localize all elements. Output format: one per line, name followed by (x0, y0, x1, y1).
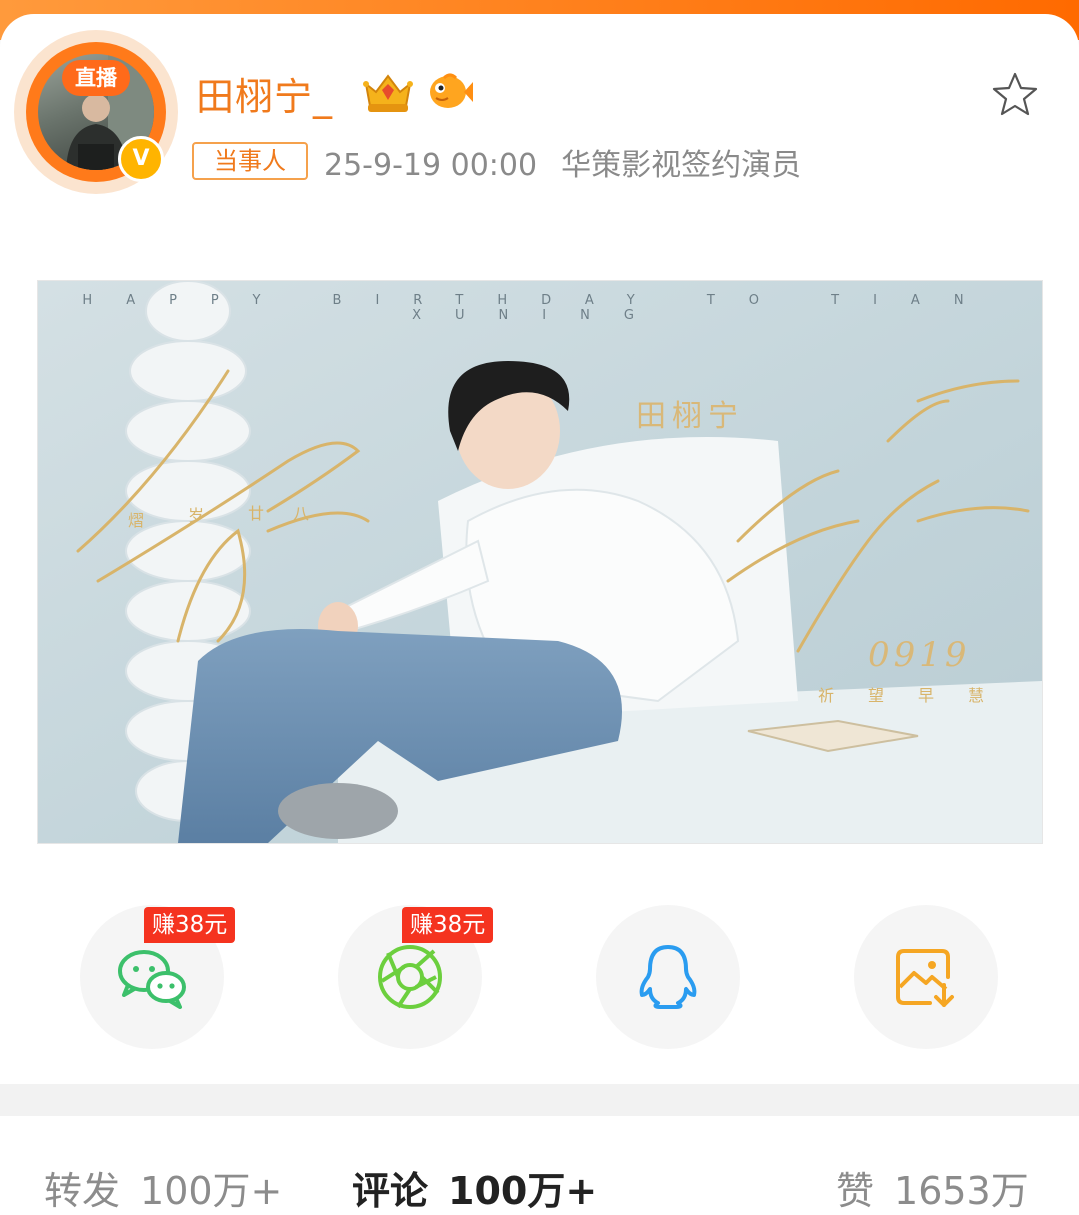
post-time: 25-9-19 00:00 (324, 148, 538, 183)
poster-name: 田栩宁 (636, 399, 744, 434)
poster-caption: HAPPY BIRTHDAY TO TIAN XUNING (82, 293, 998, 323)
username[interactable]: 田栩宁_ (196, 66, 333, 121)
qq-icon (639, 945, 697, 1009)
poster-small-text-1: 熠 (128, 511, 144, 530)
wechat-reward-badge: 赚38元 (144, 907, 236, 943)
live-badge[interactable]: 直播 (62, 60, 130, 96)
fish-badge-icon[interactable] (426, 70, 474, 114)
comment-stat[interactable]: 评论 100万+ (352, 1160, 597, 1215)
favorite-star-icon[interactable] (990, 70, 1040, 120)
poster-small-text-3: 廿 (248, 504, 264, 523)
repost-stat[interactable]: 转发 100万+ (44, 1160, 282, 1215)
party-tag: 当事人 (192, 142, 308, 180)
comment-count: 100万+ (448, 1169, 598, 1213)
birthday-poster-art: 熠 岁 廿 八 祈 望 早 慧 (38, 281, 1042, 843)
post-meta: 25-9-19 00:00 华策影视签约演员 (324, 140, 801, 184)
share-qq-button[interactable] (596, 905, 740, 1049)
poster-small-text-2: 岁 (188, 506, 204, 525)
repost-count: 100万+ (140, 1169, 283, 1213)
save-image-button[interactable] (854, 905, 998, 1049)
post-image[interactable]: 熠 岁 廿 八 祈 望 早 慧 HAPPY BIRTHDAY TO TIAN X… (37, 280, 1043, 844)
poster-small-text-4: 八 (293, 504, 309, 523)
wechat-icon (118, 950, 186, 1009)
save-image-icon (896, 949, 954, 1007)
moments-reward-badge: 赚38元 (402, 907, 494, 943)
poster-small-text-5: 祈 (818, 686, 834, 705)
crown-badge-icon[interactable] (360, 68, 416, 116)
post-source: 华策影视签约演员 (561, 148, 802, 183)
moments-icon (378, 945, 442, 1009)
comment-label: 评论 (352, 1169, 429, 1213)
poster-small-text-6: 望 (868, 686, 884, 705)
like-label: 赞 (836, 1169, 875, 1213)
section-divider (0, 1084, 1079, 1116)
like-stat[interactable]: 赞 1653万 (836, 1160, 1029, 1215)
poster-small-text-8: 慧 (968, 686, 984, 705)
poster-date: 0919 (868, 635, 971, 675)
repost-label: 转发 (44, 1169, 121, 1213)
poster-small-text-7: 早 (918, 686, 934, 705)
verified-icon: V (118, 136, 164, 182)
like-count: 1653万 (894, 1169, 1029, 1213)
